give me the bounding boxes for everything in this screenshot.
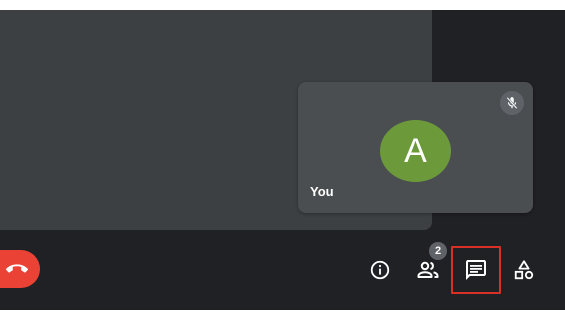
meeting-view: A You 2 — [0, 10, 565, 310]
activities-icon — [513, 259, 535, 281]
phone-hangup-icon — [6, 258, 28, 280]
info-icon — [369, 259, 391, 281]
mic-off-icon — [500, 91, 524, 115]
self-video-tile[interactable]: A You — [298, 82, 533, 213]
people-icon — [416, 258, 440, 282]
meeting-details-button[interactable] — [364, 254, 396, 286]
end-call-button[interactable] — [0, 250, 40, 288]
self-name-label: You — [310, 184, 334, 199]
chat-button[interactable] — [451, 246, 501, 294]
avatar: A — [380, 120, 451, 182]
chat-icon — [464, 258, 488, 282]
participant-count-badge: 2 — [429, 242, 447, 260]
activities-button[interactable] — [508, 254, 540, 286]
